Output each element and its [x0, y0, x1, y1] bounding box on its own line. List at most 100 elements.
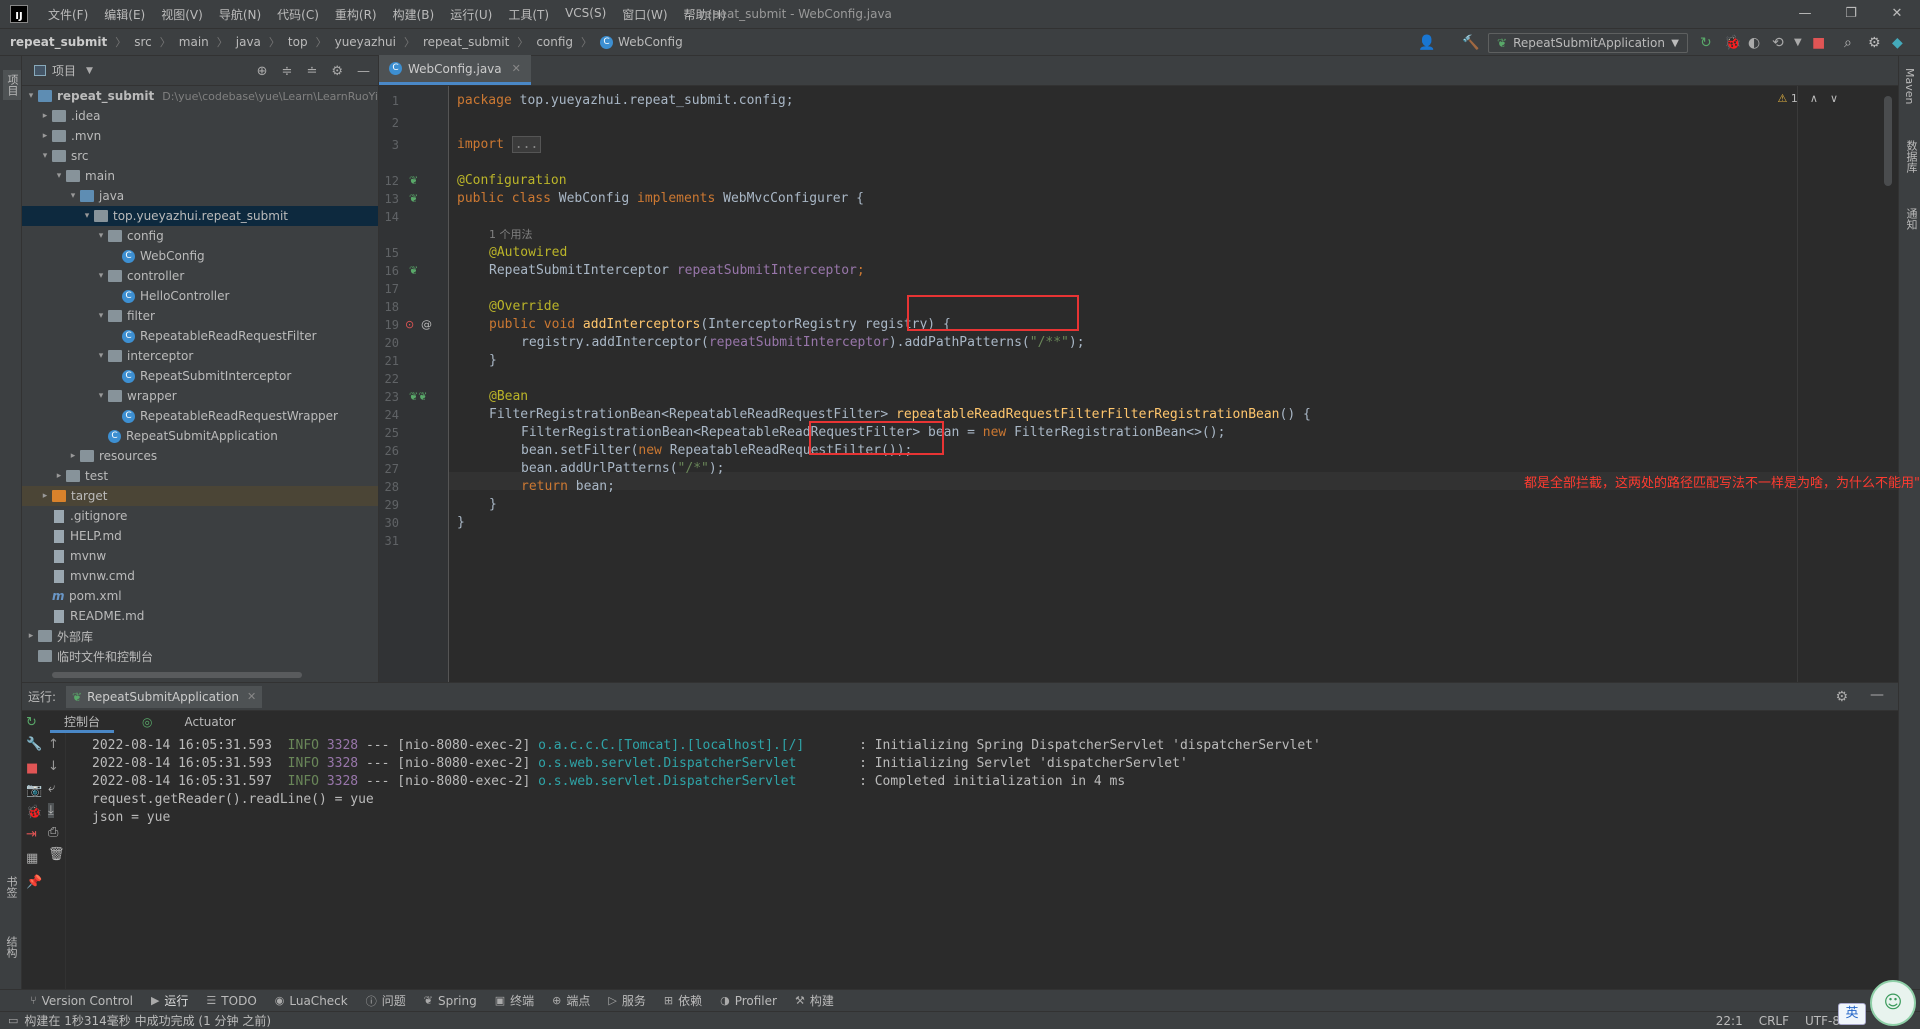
- project-tool-button[interactable]: 项目: [3, 70, 21, 100]
- tree-node[interactable]: mvnw.cmd: [22, 566, 378, 586]
- up-arrow-icon[interactable]: ↑: [48, 737, 59, 752]
- camera-icon[interactable]: 📷: [26, 783, 42, 798]
- bottom-tool-button[interactable]: ◑ Profiler: [720, 994, 777, 1008]
- breadcrumb-item[interactable]: repeat_submit: [10, 35, 107, 49]
- tree-node[interactable]: m pom.xml: [22, 586, 378, 606]
- maximize-button[interactable]: ❐: [1828, 0, 1874, 28]
- close-button[interactable]: ✕: [1874, 0, 1920, 28]
- file-encoding[interactable]: UTF-8: [1805, 1014, 1840, 1028]
- layout-icon[interactable]: ▦: [26, 851, 38, 866]
- warning-count[interactable]: ⚠ 1: [1778, 92, 1798, 105]
- tab-webconfig[interactable]: C WebConfig.java ✕: [379, 55, 531, 85]
- tree-node[interactable]: ▸ target: [22, 486, 378, 506]
- tree-node[interactable]: ▸ .mvn: [22, 126, 378, 146]
- menu-item[interactable]: 视图(V): [153, 6, 211, 23]
- spring-config-gutter-icon[interactable]: ❦: [409, 192, 418, 205]
- tree-node[interactable]: C RepeatSubmitApplication: [22, 426, 378, 446]
- down-arrow-icon[interactable]: ↓: [48, 759, 59, 774]
- expanded-arrow-icon[interactable]: ▾: [38, 151, 52, 161]
- menu-item[interactable]: 编辑(E): [96, 6, 153, 23]
- clear-trash-icon[interactable]: 🗑: [48, 847, 65, 862]
- collapsed-arrow-icon[interactable]: ▸: [38, 131, 52, 141]
- tree-node[interactable]: .gitignore: [22, 506, 378, 526]
- bottom-tool-button[interactable]: ▣ 终端: [495, 992, 534, 1009]
- settings-gear-icon[interactable]: ⚙: [331, 64, 343, 79]
- annotation-gutter-icon[interactable]: @: [421, 318, 432, 331]
- debug-icon[interactable]: 🐞: [1724, 35, 1741, 51]
- tree-node[interactable]: 临时文件和控制台: [22, 646, 378, 666]
- menu-item[interactable]: VCS(S): [557, 6, 614, 23]
- breadcrumb-item[interactable]: src: [134, 35, 152, 49]
- settings-gear-icon[interactable]: ⚙: [1835, 689, 1848, 705]
- stop-icon[interactable]: ■: [26, 761, 38, 776]
- expand-all-icon[interactable]: ≑: [282, 64, 293, 79]
- menu-item[interactable]: 工具(T): [500, 6, 557, 23]
- chevron-down-icon[interactable]: ▼: [86, 66, 93, 76]
- soft-wrap-icon[interactable]: ⤶: [48, 781, 55, 796]
- coverage-icon[interactable]: ◐: [1748, 35, 1760, 51]
- tree-node[interactable]: ▾ interceptor: [22, 346, 378, 366]
- notifications-tool-button[interactable]: 通知: [1903, 208, 1919, 230]
- override-gutter-icon[interactable]: ⊙: [405, 318, 414, 331]
- bottom-tool-button[interactable]: ⊕ 端点: [552, 992, 590, 1009]
- tree-node[interactable]: C HelloController: [22, 286, 378, 306]
- maven-tool-button[interactable]: Maven: [1903, 68, 1916, 104]
- expanded-arrow-icon[interactable]: ▾: [80, 211, 94, 221]
- rerun-icon[interactable]: ↻: [26, 715, 37, 730]
- editor-inspection-status[interactable]: ⚠ 1 ∧ ∨: [1778, 92, 1839, 105]
- tree-node[interactable]: ▾ main: [22, 166, 378, 186]
- tab-actuator[interactable]: ◎ Actuator: [114, 711, 264, 733]
- expanded-arrow-icon[interactable]: ▾: [24, 91, 38, 101]
- bean-gutter-icon[interactable]: ❦❦: [409, 390, 427, 403]
- expanded-arrow-icon[interactable]: ▾: [94, 271, 108, 281]
- breadcrumb-item[interactable]: yueyazhui: [335, 35, 396, 49]
- previous-highlight-icon[interactable]: ∧: [1810, 92, 1818, 105]
- run-configuration-select[interactable]: ❦ RepeatSubmitApplication ▼: [1488, 33, 1688, 53]
- next-highlight-icon[interactable]: ∨: [1830, 92, 1838, 105]
- menu-item[interactable]: 运行(U): [442, 6, 500, 23]
- caret-position[interactable]: 22:1: [1716, 1014, 1743, 1028]
- bookmarks-tool-button[interactable]: 书签: [3, 876, 19, 898]
- plugin-icon[interactable]: ◆: [1892, 35, 1903, 51]
- bottom-tool-button[interactable]: ▷ 服务: [608, 992, 645, 1009]
- profile-icon[interactable]: ⟲: [1772, 35, 1784, 51]
- tree-node[interactable]: C WebConfig: [22, 246, 378, 266]
- tree-node[interactable]: C RepeatableReadRequestFilter: [22, 326, 378, 346]
- bottom-tool-button[interactable]: ⚒ 构建: [795, 992, 834, 1009]
- bottom-tool-button[interactable]: ◉ LuaCheck: [275, 994, 348, 1008]
- usage-hint[interactable]: 1 个用法: [489, 226, 533, 244]
- tree-node[interactable]: C RepeatableReadRequestWrapper: [22, 406, 378, 426]
- wrench-icon[interactable]: 🔧: [26, 737, 42, 752]
- expanded-arrow-icon[interactable]: ▾: [94, 351, 108, 361]
- collapsed-arrow-icon[interactable]: ▸: [66, 451, 80, 461]
- expanded-arrow-icon[interactable]: ▾: [94, 311, 108, 321]
- bottom-tool-button[interactable]: ⑂ Version Control: [30, 994, 133, 1008]
- tree-node[interactable]: HELP.md: [22, 526, 378, 546]
- build-hammer-icon[interactable]: 🔨: [1462, 35, 1479, 51]
- collapsed-arrow-icon[interactable]: ▸: [38, 491, 52, 501]
- stop-icon[interactable]: ■: [1812, 35, 1825, 51]
- menu-item[interactable]: 代码(C): [269, 6, 327, 23]
- print-icon[interactable]: ⎙: [48, 825, 58, 840]
- expanded-arrow-icon[interactable]: ▾: [94, 231, 108, 241]
- user-icon[interactable]: 👤: [1418, 35, 1435, 51]
- collapsed-arrow-icon[interactable]: ▸: [38, 111, 52, 121]
- tree-node[interactable]: ▾ src: [22, 146, 378, 166]
- tree-node[interactable]: ▸ test: [22, 466, 378, 486]
- bottom-tool-button[interactable]: ⊞ 依赖: [664, 992, 702, 1009]
- status-message[interactable]: 构建在 1秒314毫秒 中成功完成 (1 分钟 之前): [24, 1012, 271, 1029]
- tree-node[interactable]: ▾ filter: [22, 306, 378, 326]
- scroll-to-end-icon[interactable]: ⤓: [48, 803, 54, 818]
- folded-imports[interactable]: ...: [511, 136, 542, 153]
- hide-panel-icon[interactable]: —: [357, 64, 370, 79]
- bottom-tool-button[interactable]: ▶ 运行: [151, 992, 188, 1009]
- tree-node[interactable]: ▸ .idea: [22, 106, 378, 126]
- breadcrumb-item[interactable]: top: [288, 35, 308, 49]
- rerun-icon[interactable]: ↻: [1700, 35, 1712, 51]
- debug-icon[interactable]: 🐞: [26, 805, 42, 820]
- bottom-tool-button[interactable]: ⓘ 问题: [366, 992, 406, 1009]
- tree-node[interactable]: ▾ java: [22, 186, 378, 206]
- collapsed-arrow-icon[interactable]: ▸: [24, 631, 38, 641]
- tree-node[interactable]: ▾ config: [22, 226, 378, 246]
- more-run-chevron-icon[interactable]: ▼: [1794, 35, 1802, 51]
